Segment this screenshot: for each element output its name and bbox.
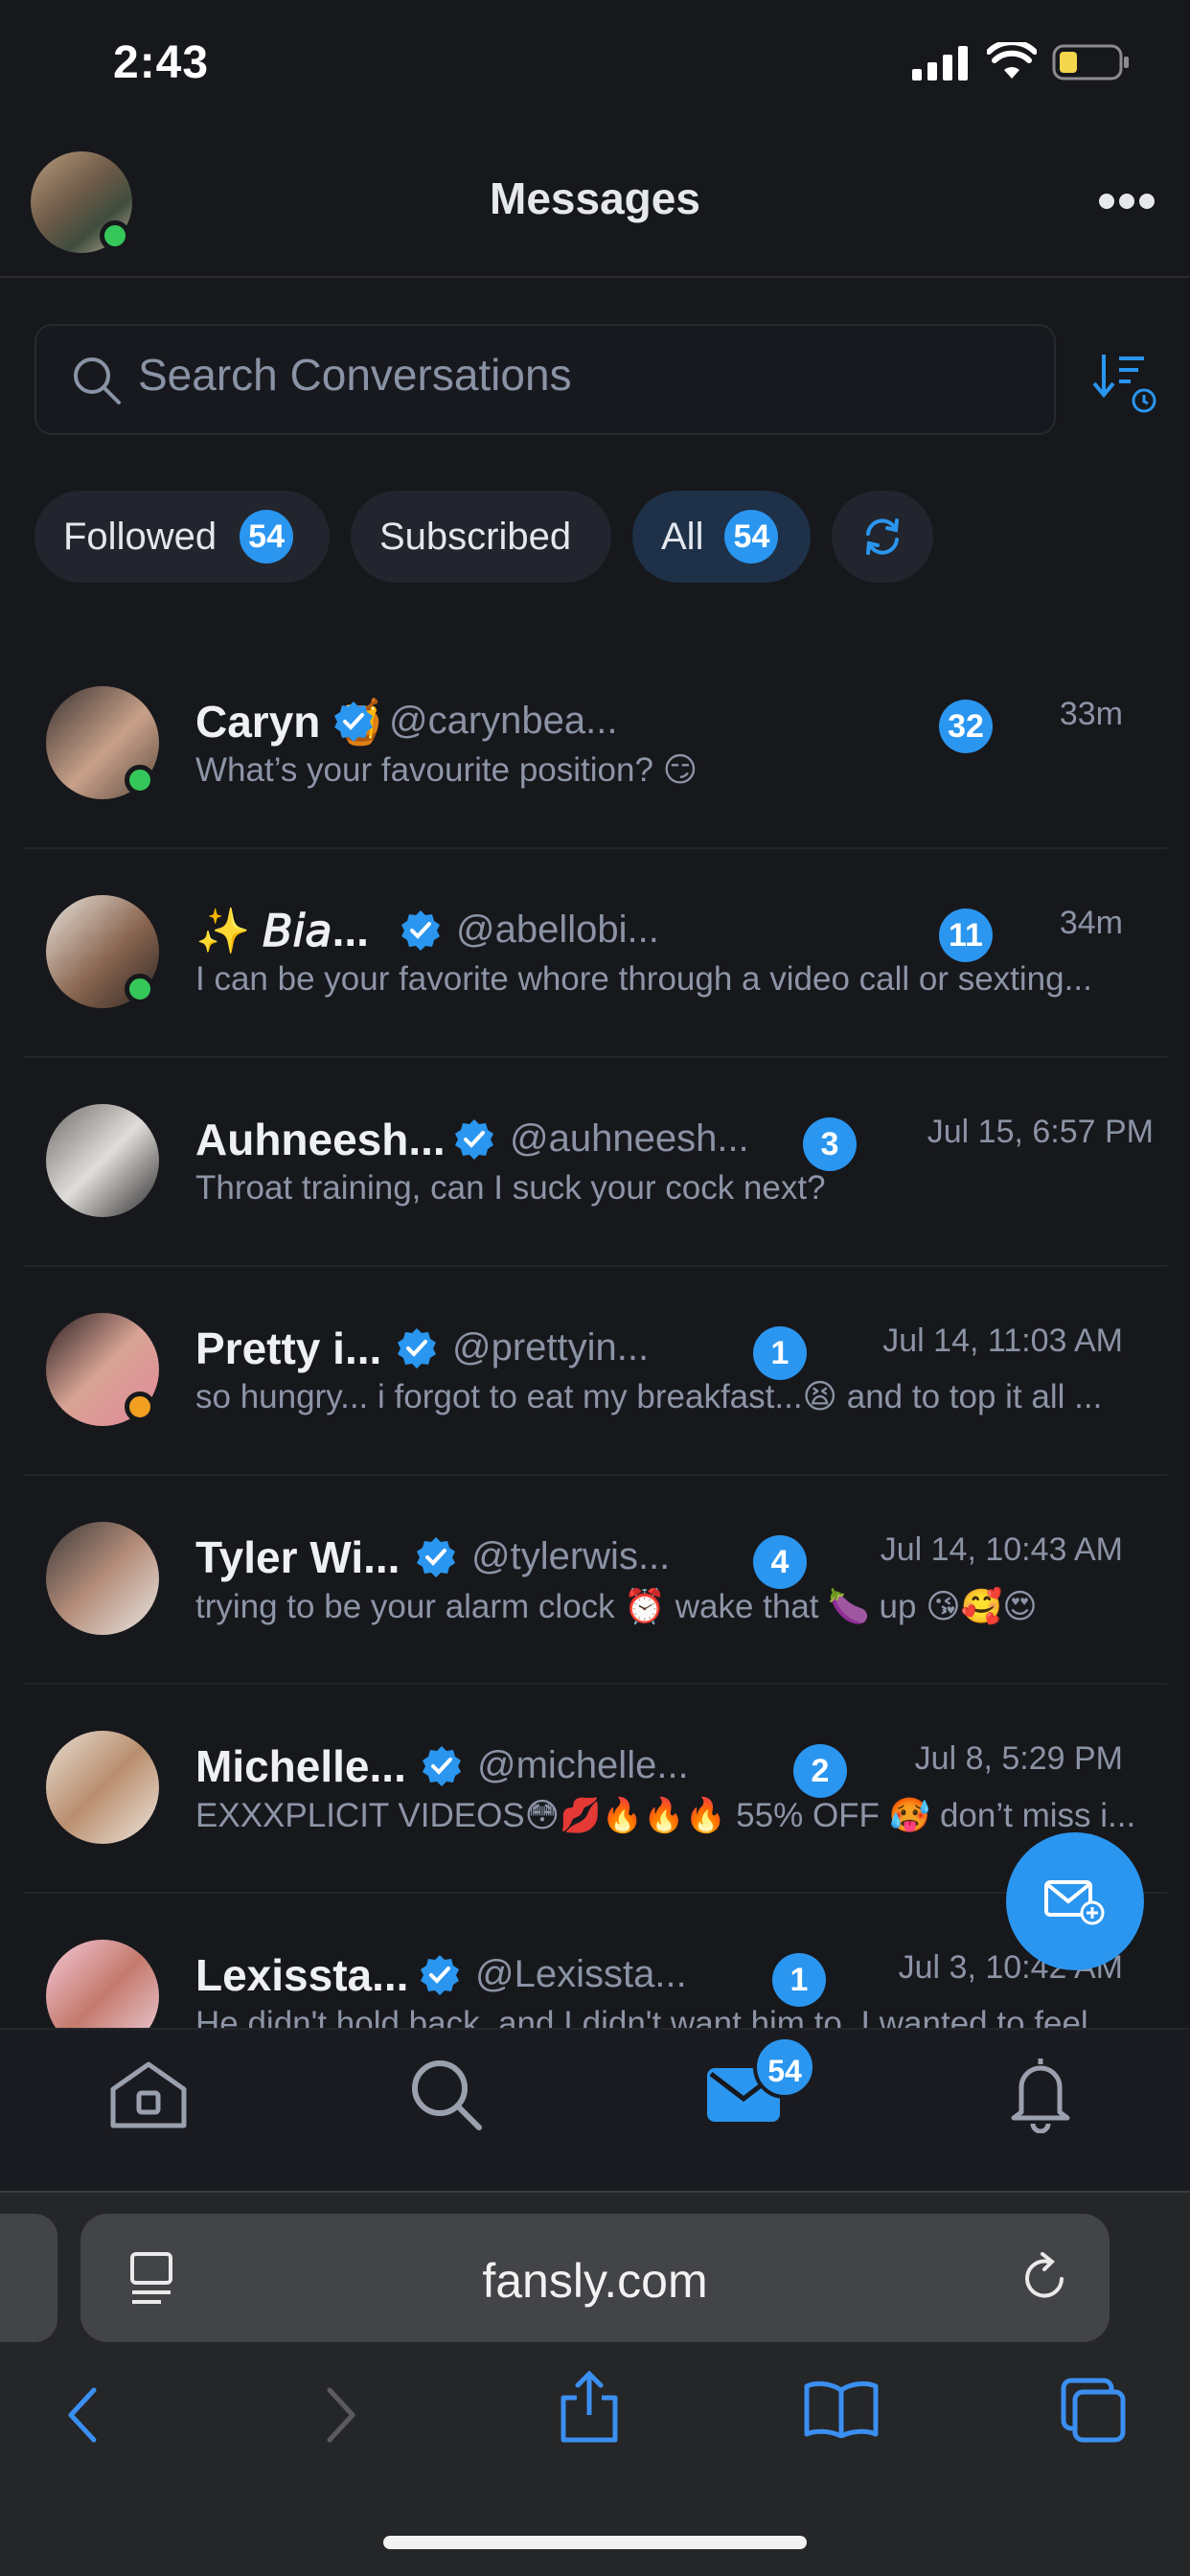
notifications-icon[interactable] [1008, 2055, 1073, 2133]
contact-handle: @carynbea... [389, 700, 618, 742]
message-time: 34m [1059, 905, 1123, 941]
message-preview: I can be your favorite whore through a v… [195, 960, 1092, 998]
messages-badge: 54 [753, 2036, 816, 2099]
contact-handle: @abellobi... [456, 908, 659, 951]
conversation-avatar[interactable] [46, 1104, 159, 1217]
contact-handle: @tylerwis... [471, 1535, 671, 1577]
search-icon[interactable] [408, 2057, 485, 2133]
unread-count-badge: 3 [803, 1117, 857, 1171]
conversation-avatar[interactable] [46, 1313, 159, 1426]
unread-count-badge: 4 [753, 1535, 807, 1589]
back-icon[interactable] [63, 2386, 102, 2444]
conversation-row[interactable]: Pretty i... @prettyin... 1 Jul 14, 11:03 A… [0, 1290, 1190, 1499]
message-time: Jul 14, 10:43 AM [880, 1531, 1123, 1568]
new-message-button[interactable] [1006, 1832, 1144, 1970]
verified-badge-icon [417, 1537, 455, 1577]
tabs-icon[interactable] [1060, 2377, 1127, 2444]
conversation-row[interactable]: Tyler Wi... @tylerwis... 4 Jul 14, 10:43 A… [0, 1499, 1190, 1708]
message-time: Jul 8, 5:29 PM [914, 1740, 1123, 1777]
row-divider [23, 1056, 1167, 1058]
conversation-avatar[interactable] [46, 1940, 159, 2028]
contact-name: Tyler Wi... [195, 1532, 400, 1582]
row-divider [23, 1265, 1167, 1267]
verified-badge-icon [398, 1328, 436, 1368]
contact-handle: @auhneesh... [510, 1117, 749, 1160]
share-icon[interactable] [560, 2371, 619, 2444]
conversation-avatar[interactable] [46, 1731, 159, 1844]
unread-count-badge: 2 [793, 1744, 847, 1798]
contact-name: ✨ 𝘉𝘪𝘢... [195, 906, 369, 955]
online-indicator [125, 974, 155, 1004]
message-preview: Throat training, can I suck your cock ne… [195, 1169, 826, 1207]
message-preview: trying to be your alarm clock ⏰ wake tha… [195, 1588, 1038, 1625]
away-indicator [125, 1392, 155, 1422]
url-text: fansly.com [482, 2254, 708, 2308]
contact-handle: @prettyin... [452, 1326, 650, 1368]
new-message-icon [1044, 1880, 1105, 1925]
contact-name: Michelle... [195, 1741, 406, 1791]
conversation-row[interactable]: Auhneesh... @auhneesh... 3 Jul 15, 6:57 PM… [0, 1081, 1190, 1290]
message-time: 33m [1059, 696, 1123, 732]
conversation-row[interactable]: ✨ 𝘉𝘪𝘢... @abellobi... 11 34m I can be your … [0, 872, 1190, 1081]
conversation-row[interactable]: Lexissta... @Lexissta... 1 Jul 3, 10:42 AM… [0, 1917, 1190, 2028]
contact-handle: @Lexissta... [475, 1953, 687, 1995]
contact-name: Pretty i... [195, 1323, 382, 1373]
unread-count-badge: 1 [772, 1953, 826, 2007]
row-divider [23, 1683, 1167, 1685]
home-icon[interactable] [107, 2058, 190, 2131]
conversation-avatar[interactable] [46, 686, 159, 799]
contact-name: Lexissta... [195, 1950, 409, 2000]
message-time: Jul 15, 6:57 PM [927, 1114, 1154, 1150]
conversation-avatar[interactable] [46, 1522, 159, 1635]
row-divider [23, 847, 1167, 849]
row-divider [23, 1474, 1167, 1476]
message-preview: so hungry... i forgot to eat my breakfas… [195, 1378, 1103, 1415]
contact-handle: @michelle... [477, 1744, 689, 1786]
verified-badge-icon [401, 910, 440, 951]
row-divider [23, 1892, 1167, 1894]
conversation-avatar[interactable] [46, 895, 159, 1008]
unread-count-badge: 1 [753, 1326, 807, 1380]
message-preview: EXXXPLICIT VIDEOS😳💋🔥🔥🔥 55% OFF 🥵 don’t m… [195, 1797, 1136, 1834]
conversation-row[interactable]: Caryn 🍯 @carynbea... 32 33m What’s your fav… [0, 663, 1190, 872]
forward-icon[interactable] [322, 2386, 360, 2444]
verified-badge-icon [421, 1955, 459, 1995]
reload-icon[interactable] [1018, 2252, 1071, 2306]
bookmarks-icon[interactable] [803, 2380, 880, 2438]
message-time: Jul 14, 11:03 AM [882, 1322, 1123, 1359]
home-indicator [383, 2536, 807, 2549]
message-preview: What’s your favourite position? 😏 [195, 751, 698, 789]
verified-badge-icon [455, 1119, 493, 1160]
contact-name: Auhneesh... [195, 1115, 446, 1164]
verified-badge-icon [423, 1746, 461, 1786]
verified-badge-icon [334, 702, 373, 742]
unread-count-badge: 11 [939, 908, 993, 962]
online-indicator [125, 765, 155, 795]
unread-count-badge: 32 [939, 700, 993, 753]
previous-tab-preview[interactable] [0, 2214, 57, 2342]
message-preview: He didn't hold back, and I didn't want h… [195, 2005, 1088, 2028]
